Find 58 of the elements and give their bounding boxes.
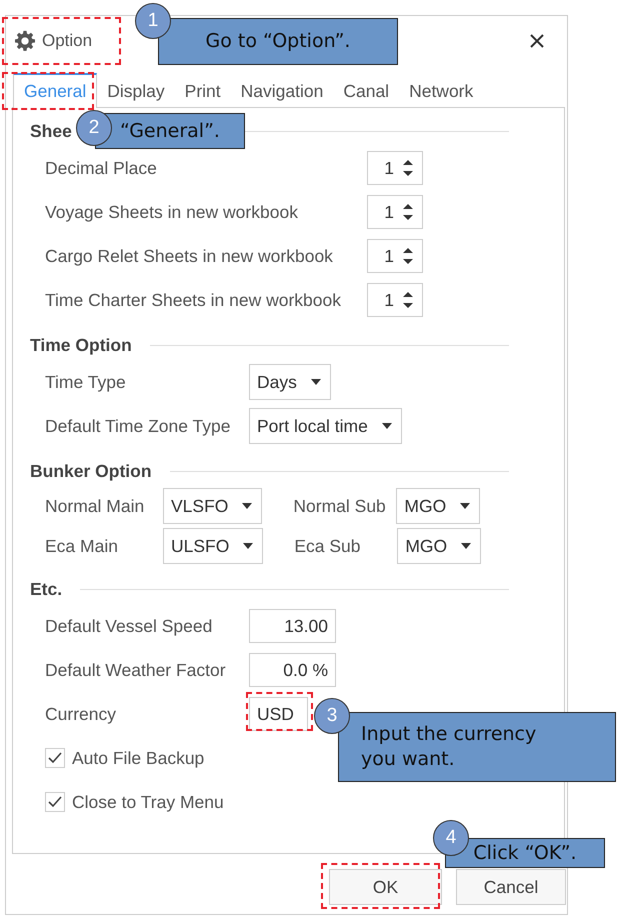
field-label: Cargo Relet Sheets in new workbook (45, 246, 334, 266)
field-label: Voyage Sheets in new workbook (45, 202, 299, 222)
checkbox-label: Auto File Backup (72, 748, 204, 768)
spin-arrows-icon[interactable] (402, 245, 414, 267)
field-label: Decimal Place (45, 158, 158, 178)
caret-icon (243, 543, 254, 549)
input-field[interactable]: USD (249, 697, 308, 731)
field-label: Default Time Zone Type (45, 416, 232, 436)
dropdown[interactable]: MGO (397, 528, 482, 564)
dropdown[interactable]: Days (249, 364, 331, 400)
checkbox[interactable] (45, 792, 65, 812)
number-spinner[interactable]: 1 (367, 195, 423, 229)
dropdown[interactable]: VLSFO (163, 488, 262, 524)
caret-icon (382, 423, 392, 429)
spin-arrows-icon[interactable] (402, 289, 414, 311)
field-label: Eca Main (45, 536, 119, 556)
field-label: Eca Sub (294, 536, 362, 556)
checkbox[interactable] (45, 748, 65, 768)
window-title: Option (42, 31, 92, 51)
field-label: Default Vessel Speed (45, 616, 214, 636)
input-field[interactable]: 13.00 (249, 609, 336, 643)
tab[interactable]: Canal (333, 73, 400, 107)
dropdown[interactable]: MGO (396, 488, 480, 524)
callout-box: Go to “Option”. (158, 18, 398, 65)
close-icon[interactable] (529, 33, 545, 49)
field-label: Normal Sub (293, 496, 387, 516)
checkbox-label: Close to Tray Menu (72, 792, 224, 812)
section-title: Time Option (30, 334, 132, 356)
caret-icon (461, 543, 472, 549)
ok-button[interactable]: OK (329, 869, 442, 905)
section-title: Etc. (30, 578, 62, 600)
dropdown[interactable]: Port local time (249, 408, 402, 444)
highlight-frame (246, 692, 313, 731)
number-spinner[interactable]: 1 (367, 239, 423, 273)
settings-icon (14, 30, 36, 52)
tab[interactable]: Navigation (230, 73, 334, 107)
input-field[interactable]: 0.0 % (249, 653, 336, 687)
field-label: Time Charter Sheets in new workbook (45, 290, 342, 310)
spin-arrows-icon[interactable] (402, 157, 414, 179)
section-title: Bunker Option (30, 460, 152, 482)
spin-arrows-icon[interactable] (402, 201, 414, 223)
dropdown[interactable]: ULSFO (163, 528, 264, 564)
tab[interactable]: Print (174, 73, 231, 107)
field-label: Currency (45, 704, 117, 724)
number-spinner[interactable]: 1 (367, 151, 423, 185)
caret-icon (242, 503, 252, 509)
cancel-button[interactable]: Cancel (456, 869, 566, 905)
tab[interactable]: Display (97, 73, 175, 107)
tab[interactable]: Network (399, 73, 484, 107)
callout-box: Input the currency you want. (338, 712, 616, 782)
caret-icon (460, 503, 470, 509)
field-label: Time Type (45, 372, 127, 392)
number-spinner[interactable]: 1 (367, 283, 423, 317)
step-number: 1 (135, 3, 171, 39)
section-title: Shee (30, 120, 72, 142)
field-label: Default Weather Factor (45, 660, 227, 680)
caret-icon (310, 379, 321, 385)
field-label: Normal Main (45, 496, 146, 516)
